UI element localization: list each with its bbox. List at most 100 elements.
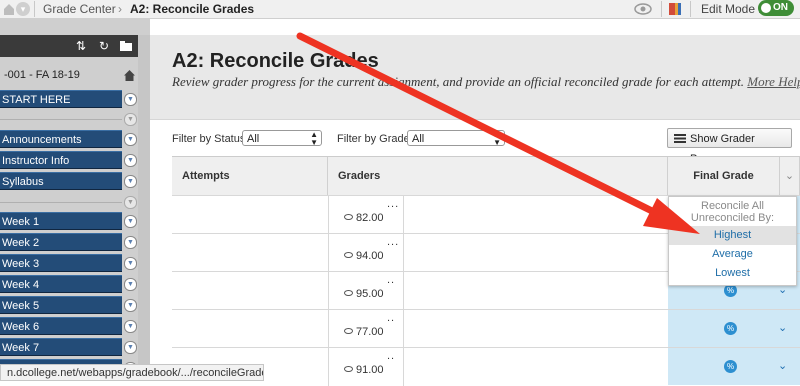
sidebar-item-instructor-info[interactable]: Instructor Info [0, 151, 122, 169]
chevron-down-icon[interactable]: ▼ [124, 278, 137, 291]
grader-menu-button[interactable]: .. [387, 312, 395, 324]
filter-status-select[interactable]: All ▲ ▼ [242, 130, 322, 147]
divider [661, 1, 662, 17]
description-text: Review grader progress for the current a… [172, 74, 745, 89]
chevron-down-icon[interactable]: ▼ [124, 196, 137, 209]
divider [0, 202, 122, 203]
chevron-down-icon[interactable]: ⌄ [778, 321, 787, 334]
comment-icon [344, 366, 353, 372]
grader-score-value: 95.00 [356, 288, 384, 300]
chevron-down-icon[interactable]: ▼ [124, 257, 137, 270]
sidebar-item-week-5[interactable]: Week 5 [0, 296, 122, 314]
grader-score[interactable]: 82.00 [344, 212, 384, 224]
grader-score-value: 94.00 [356, 250, 384, 262]
sidebar-item-week-1[interactable]: Week 1 [0, 212, 122, 230]
eye-icon[interactable] [633, 1, 653, 17]
course-menu: ⇅ ↻ -001 - FA 18-19 START HERE ▼ ▼ Annou… [0, 19, 150, 381]
select-arrows-icon: ▲ ▼ [493, 130, 501, 147]
column-header-graders[interactable]: Graders [328, 157, 668, 195]
chevron-down-icon[interactable]: ▼ [124, 236, 137, 249]
chevron-down-icon[interactable]: ▼ [124, 299, 137, 312]
chevron-down-icon[interactable]: ▼ [124, 175, 137, 188]
toggle-state: ON [773, 2, 788, 13]
final-grade-cell[interactable]: % ⌄ [668, 310, 800, 347]
filter-grader-label: Filter by Grader: [337, 133, 417, 145]
divider [690, 1, 691, 17]
column-header-attempts[interactable]: Attempts [172, 157, 328, 195]
chevron-down-icon[interactable]: ▼ [124, 154, 137, 167]
chevron-down-icon[interactable]: ⌄ [780, 157, 800, 195]
reconcile-menu-heading: Reconcile All Unreconciled By: [690, 200, 775, 224]
divider [328, 234, 329, 272]
chevron-down-icon[interactable]: ▼ [124, 320, 137, 333]
sort-icon[interactable]: ⇅ [74, 39, 88, 53]
sidebar-item-week-6[interactable]: Week 6 [0, 317, 122, 335]
filter-grader-select[interactable]: All ▲ ▼ [407, 130, 505, 147]
page-title: A2: Reconcile Grades [172, 50, 379, 72]
grader-menu-button[interactable]: ... [387, 198, 399, 210]
chevron-down-icon[interactable]: ▼ [124, 215, 137, 228]
reconcile-lowest-option[interactable]: Lowest [669, 264, 796, 283]
reconcile-average-option[interactable]: Average [669, 245, 796, 264]
sidebar-item-syllabus[interactable]: Syllabus [0, 172, 122, 190]
grader-menu-button[interactable]: ... [387, 236, 399, 248]
grader-score-value: 82.00 [356, 212, 384, 224]
grader-score[interactable]: 77.00 [344, 326, 384, 338]
divider [403, 272, 404, 310]
column-header-final-grade[interactable]: Final Grade [668, 157, 780, 195]
divider [328, 348, 329, 386]
divider [328, 310, 329, 348]
home-icon[interactable] [123, 69, 136, 82]
grader-score-value: 91.00 [356, 364, 384, 376]
grader-score[interactable]: 95.00 [344, 288, 384, 300]
palette-icon[interactable] [668, 2, 682, 16]
comment-icon [344, 214, 353, 220]
chevron-down-icon[interactable]: ▼ [124, 341, 137, 354]
sidebar-item-announcements[interactable]: Announcements [0, 130, 122, 148]
final-grade-cell[interactable]: % ⌄ [668, 348, 800, 385]
grader-score[interactable]: 94.00 [344, 250, 384, 262]
course-name[interactable]: -001 - FA 18-19 [4, 69, 80, 81]
filter-status-label: Filter by Status: [172, 133, 249, 145]
reconcile-icon[interactable]: % [724, 360, 737, 373]
grader-score-value: 77.00 [356, 326, 384, 338]
breadcrumb-current: A2: Reconcile Grades [130, 2, 255, 16]
divider [403, 196, 404, 234]
sidebar-item-week-2[interactable]: Week 2 [0, 233, 122, 251]
reconcile-icon[interactable]: % [724, 322, 737, 335]
chevron-down-icon[interactable]: ⌄ [778, 359, 787, 372]
grader-menu-button[interactable]: .. [387, 350, 395, 362]
sidebar-scrollbar[interactable] [138, 35, 150, 381]
table-row: 77.00 .. % ⌄ [172, 309, 800, 348]
sidebar-item-week-7[interactable]: Week 7 [0, 338, 122, 356]
more-help-link[interactable]: More Help [747, 74, 800, 89]
folder-icon[interactable] [119, 39, 133, 53]
chevron-down-icon[interactable]: ▼ [124, 93, 137, 106]
comment-icon [344, 290, 353, 296]
grader-menu-button[interactable]: .. [387, 274, 395, 286]
show-grader-progress-button[interactable]: Show Grader Progress [667, 128, 792, 165]
page-description: Review grader progress for the current a… [172, 74, 800, 90]
divider [403, 310, 404, 348]
filter-grader-value: All [412, 133, 425, 145]
chevron-down-icon[interactable]: ▾ [16, 2, 30, 16]
breadcrumb-grade-center[interactable]: Grade Center [43, 2, 116, 16]
table-row: 91.00 .. % ⌄ [172, 347, 800, 386]
sidebar-item-start-here[interactable]: START HERE [0, 90, 122, 108]
toggle-knob [761, 3, 771, 13]
reconcile-all-menu: Reconcile All Unreconciled By: Highest A… [668, 196, 797, 286]
refresh-icon[interactable]: ↻ [97, 39, 111, 53]
home-icon[interactable] [2, 2, 16, 16]
sidebar-item-week-3[interactable]: Week 3 [0, 254, 122, 272]
reconcile-highest-option[interactable]: Highest [669, 226, 796, 245]
sidebar-item-week-4[interactable]: Week 4 [0, 275, 122, 293]
divider [0, 119, 122, 120]
edit-mode-toggle[interactable]: ON [758, 0, 794, 16]
comment-icon [344, 328, 353, 334]
grader-score[interactable]: 91.00 [344, 364, 384, 376]
divider [328, 272, 329, 310]
chevron-down-icon[interactable]: ▼ [124, 113, 137, 126]
chevron-down-icon[interactable]: ▼ [124, 133, 137, 146]
status-bar-url: n.dcollege.net/webapps/gradebook/.../rec… [0, 364, 264, 381]
divider [34, 1, 35, 17]
